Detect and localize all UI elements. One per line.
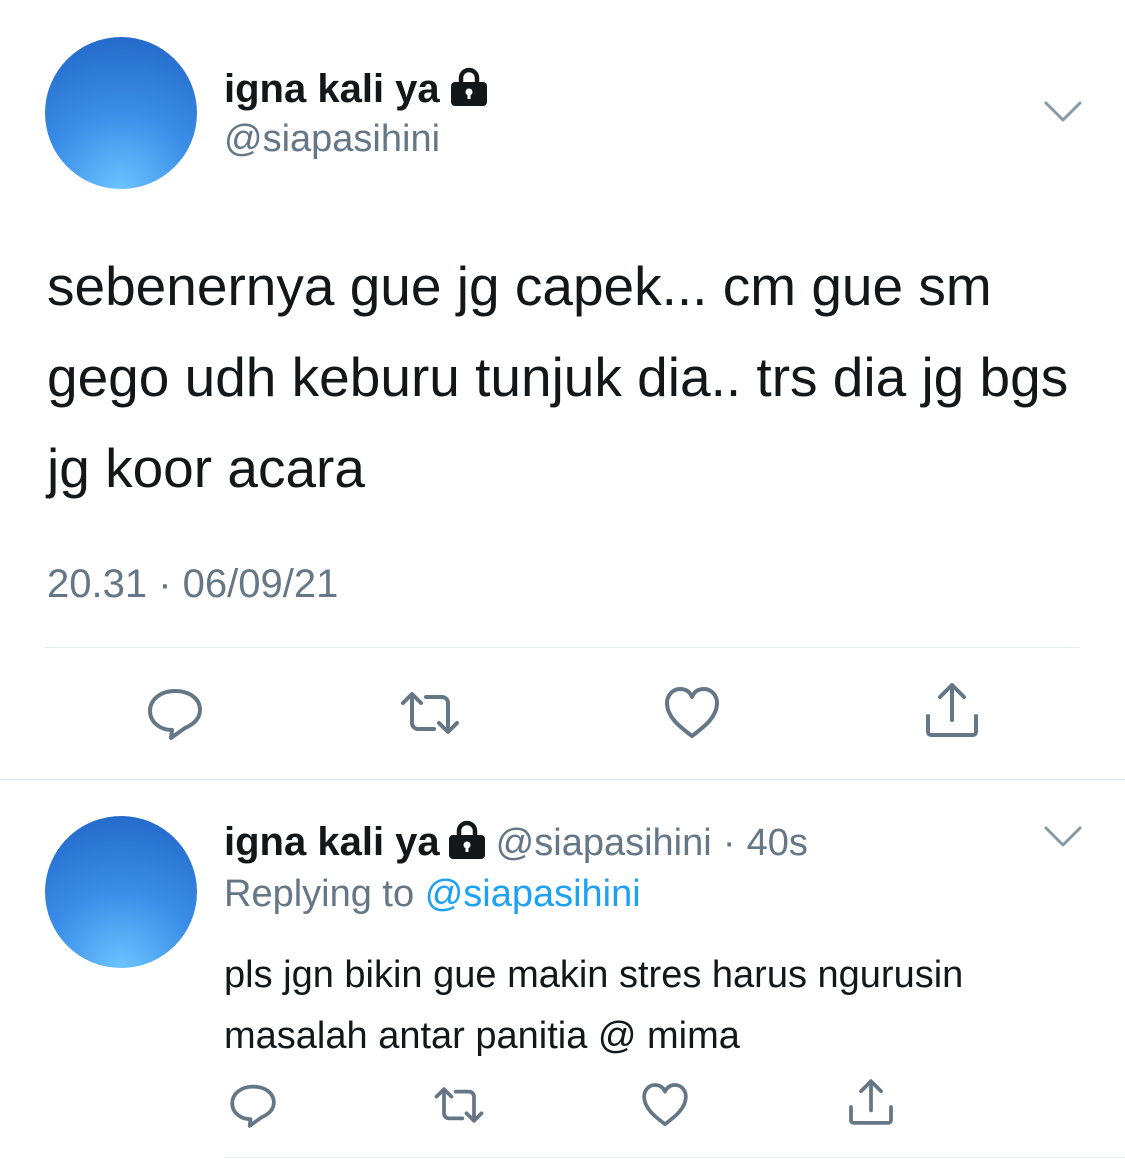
- divider: [224, 1157, 1125, 1158]
- retweet-icon[interactable]: [434, 1080, 484, 1130]
- like-icon[interactable]: [640, 1080, 690, 1130]
- tweet-timestamp[interactable]: 20.31 · 06/09/21: [47, 562, 338, 607]
- display-name[interactable]: igna kali ya: [224, 820, 440, 864]
- lock-icon: [450, 67, 487, 106]
- user-handle[interactable]: @siapasihini: [224, 118, 440, 161]
- user-handle[interactable]: @siapasihini: [496, 822, 712, 864]
- chevron-down-icon[interactable]: [1043, 97, 1083, 127]
- tweet-text: sebenernya gue jg capek... cm gue sm geg…: [47, 255, 1069, 499]
- display-name[interactable]: igna kali ya: [224, 62, 490, 112]
- share-icon[interactable]: [922, 680, 982, 740]
- divider: [0, 779, 1125, 780]
- divider: [45, 647, 1080, 648]
- avatar[interactable]: [45, 816, 197, 968]
- reply-header: igna kali ya @siapasihini · 40s: [224, 815, 808, 865]
- replying-to: Replying to @siapasihini: [224, 873, 641, 916]
- lock-icon: [448, 820, 485, 859]
- avatar[interactable]: [45, 37, 197, 189]
- retweet-icon[interactable]: [400, 683, 460, 743]
- like-icon[interactable]: [662, 683, 722, 743]
- tweet-text: pls jgn bikin gue makin stres harus ngur…: [224, 954, 964, 1057]
- chevron-down-icon[interactable]: [1043, 822, 1083, 852]
- display-name-text: igna kali ya: [224, 67, 440, 111]
- reply-icon[interactable]: [145, 683, 205, 743]
- share-icon[interactable]: [846, 1077, 896, 1127]
- replying-to-link[interactable]: @siapasihini: [425, 873, 641, 915]
- reply-icon[interactable]: [228, 1080, 278, 1130]
- separator-dot: ·: [722, 822, 736, 864]
- replying-to-label: Replying to: [224, 873, 415, 915]
- tweet-time-ago[interactable]: 40s: [747, 822, 808, 864]
